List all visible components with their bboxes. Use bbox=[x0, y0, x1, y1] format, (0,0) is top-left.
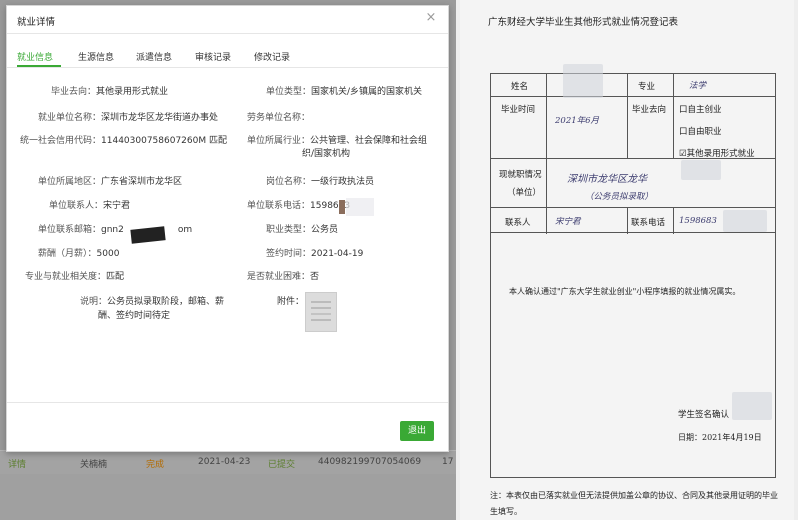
modal-footer: 退出 bbox=[7, 402, 448, 453]
field-email: 单位联系邮箱：gnn2 om bbox=[38, 225, 193, 235]
field-grad-destination: 毕业去向：其他录用形式就业 bbox=[51, 87, 169, 97]
field-unit-type: 单位类型：国家机关/乡镇属的国家机关 bbox=[266, 87, 423, 97]
form-grad-time-value: 2021年6月 bbox=[555, 116, 600, 126]
form-title: 广东财经大学毕业生其他形式就业情况登记表 bbox=[488, 17, 679, 28]
form-major-label: 专业 bbox=[638, 82, 656, 92]
field-note-line2: 酬、签约时间待定 bbox=[98, 311, 171, 321]
form-name-label: 姓名 bbox=[511, 82, 529, 92]
modal-header: 就业详情 × bbox=[7, 6, 448, 34]
form-paper: 广东财经大学毕业生其他形式就业情况登记表 姓名 专业 法学 毕业时间 2021年… bbox=[460, 0, 794, 520]
blur-mark bbox=[681, 160, 721, 180]
form-phone-label: 联系电话 bbox=[631, 218, 666, 228]
modal-title: 就业详情 bbox=[17, 17, 56, 28]
row-cell-result: 完成 bbox=[146, 460, 165, 470]
form-statement: 本人确认通过"广东大学生就业创业"小程序填报的就业情况属实。 bbox=[509, 287, 741, 296]
form-destination-label: 毕业去向 bbox=[632, 105, 667, 115]
form-work-value-2: （公务员拟录取） bbox=[585, 192, 654, 202]
row-cell-id: 440982199707054069 bbox=[318, 457, 422, 467]
close-icon[interactable]: × bbox=[424, 11, 438, 25]
field-credit-code: 统一社会信用代码：11440300758607260M 匹配 bbox=[20, 136, 227, 146]
form-contact-value: 宋宁君 bbox=[555, 217, 581, 227]
blur-mark bbox=[346, 198, 374, 216]
form-option-self-startup: 口自主创业 bbox=[679, 105, 722, 115]
field-note-label: 说明：公务员拟录取阶段，邮箱、薪 bbox=[80, 297, 225, 307]
field-industry: 单位所属行业：公共管理、社会保障和社会组 bbox=[247, 136, 428, 146]
form-option-freelance: 口自由职业 bbox=[679, 127, 722, 137]
field-position: 岗位名称：一级行政执法员 bbox=[266, 177, 375, 187]
attachment-thumbnail[interactable] bbox=[305, 292, 337, 332]
background-row-blank bbox=[0, 474, 456, 520]
field-contact: 单位联系人：宋宁君 bbox=[49, 201, 131, 211]
form-work-value-1: 深圳市龙华区龙华 bbox=[567, 174, 647, 185]
blur-mark bbox=[732, 392, 772, 420]
active-tab-indicator bbox=[17, 65, 61, 67]
form-table: 姓名 专业 法学 毕业时间 2021年6月 毕业去向 口自主创业 口自由职业 ☑… bbox=[490, 64, 776, 234]
redaction-mark bbox=[339, 200, 345, 214]
field-phone: 单位联系电话：1598683 bbox=[247, 201, 351, 211]
form-footnote: 注：本表仅由已落实就业但无法提供加盖公章的协议、合同及其他录用证明的毕业生填写。 bbox=[490, 491, 778, 516]
exit-button[interactable]: 退出 bbox=[400, 421, 434, 441]
tab-review-records[interactable]: 审核记录 bbox=[195, 50, 231, 63]
form-grad-time-label: 毕业时间 bbox=[501, 105, 536, 115]
field-employment-difficulty: 是否就业困难：否 bbox=[247, 272, 320, 282]
registration-form-photo: 广东财经大学毕业生其他形式就业情况登记表 姓名 专业 法学 毕业时间 2021年… bbox=[456, 0, 798, 520]
field-labor-unit: 劳务单位名称： bbox=[247, 113, 311, 123]
blur-mark bbox=[563, 64, 603, 98]
tab-bar: 就业信息 生源信息 派遣信息 审核记录 修改记录 bbox=[7, 44, 448, 68]
form-work-label-1: 现就职情况 bbox=[499, 170, 542, 180]
form-option-other-employment: ☑其他录用形式就业 bbox=[679, 149, 755, 159]
blur-mark bbox=[723, 210, 767, 232]
field-region: 单位所属地区：广东省深圳市龙华区 bbox=[38, 177, 183, 187]
redaction-mark bbox=[130, 226, 166, 244]
form-contact-label: 联系人 bbox=[505, 218, 531, 228]
tab-dispatch-info[interactable]: 派遣信息 bbox=[136, 50, 172, 63]
row-cell-state: 已提交 bbox=[268, 460, 296, 470]
form-major-value: 法学 bbox=[689, 81, 707, 91]
field-major-match: 专业与就业相关度：匹配 bbox=[25, 272, 125, 282]
form-phone-value: 1598683 bbox=[679, 216, 717, 226]
field-attachment-label: 附件： bbox=[277, 297, 305, 307]
tab-edit-records[interactable]: 修改记录 bbox=[254, 50, 290, 63]
row-cell-date: 2021-04-23 bbox=[198, 457, 251, 467]
field-sign-date: 签约时间：2021-04-19 bbox=[266, 249, 364, 259]
field-job-type: 职业类型：公务员 bbox=[266, 225, 339, 235]
form-signature-label: 学生签名确认 bbox=[678, 410, 730, 420]
row-cell-status: 详情 bbox=[8, 460, 27, 470]
tab-source-info[interactable]: 生源信息 bbox=[78, 50, 114, 63]
employment-detail-modal: 就业详情 × 就业信息 生源信息 派遣信息 审核记录 修改记录 毕业去向：其他录… bbox=[6, 5, 449, 452]
field-employer: 就业单位名称：深圳市龙华区龙华街道办事处 bbox=[38, 113, 219, 123]
field-salary: 薪酬（月薪）：5000 bbox=[38, 249, 120, 259]
tab-employment-info[interactable]: 就业信息 bbox=[17, 50, 53, 63]
form-date: 日期：2021年4月19日 bbox=[678, 433, 762, 442]
form-work-label-2: （单位） bbox=[507, 188, 542, 198]
row-cell-trailing: 17 bbox=[442, 457, 454, 467]
table-row: 详情 关楠楠 完成 2021-04-23 已提交 440982199707054… bbox=[0, 450, 456, 474]
field-industry-line2: 织/国家机构 bbox=[302, 149, 351, 159]
row-cell-name: 关楠楠 bbox=[80, 460, 108, 470]
